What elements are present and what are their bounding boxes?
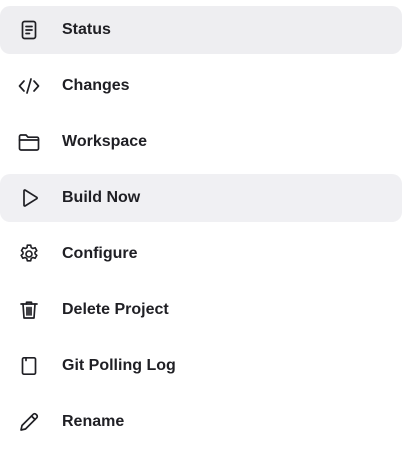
menu-item-label: Status [62,21,111,38]
menu-item-label: Build Now [62,189,141,206]
pencil-icon [17,410,41,434]
menu-item-changes[interactable]: Changes [0,62,402,110]
menu-item-label: Configure [62,245,138,262]
side-menu: Status Changes Workspace Build Now Confi… [0,0,405,449]
menu-item-git-polling-log[interactable]: Git Polling Log [0,342,402,390]
menu-item-label: Rename [62,413,125,430]
trash-icon [17,298,41,322]
folder-icon [17,130,41,154]
menu-item-configure[interactable]: Configure [0,230,402,278]
menu-item-label: Delete Project [62,301,169,318]
gear-icon [17,242,41,266]
menu-item-delete-project[interactable]: Delete Project [0,286,402,334]
menu-item-label: Changes [62,77,130,94]
cylinder-icon [17,354,41,378]
document-icon [17,18,41,42]
code-icon [17,74,41,98]
menu-item-label: Git Polling Log [62,357,176,374]
menu-item-rename[interactable]: Rename [0,398,402,446]
menu-item-status[interactable]: Status [0,6,402,54]
menu-item-label: Workspace [62,133,148,150]
play-icon [17,186,41,210]
menu-item-workspace[interactable]: Workspace [0,118,402,166]
menu-item-build-now[interactable]: Build Now [0,174,402,222]
